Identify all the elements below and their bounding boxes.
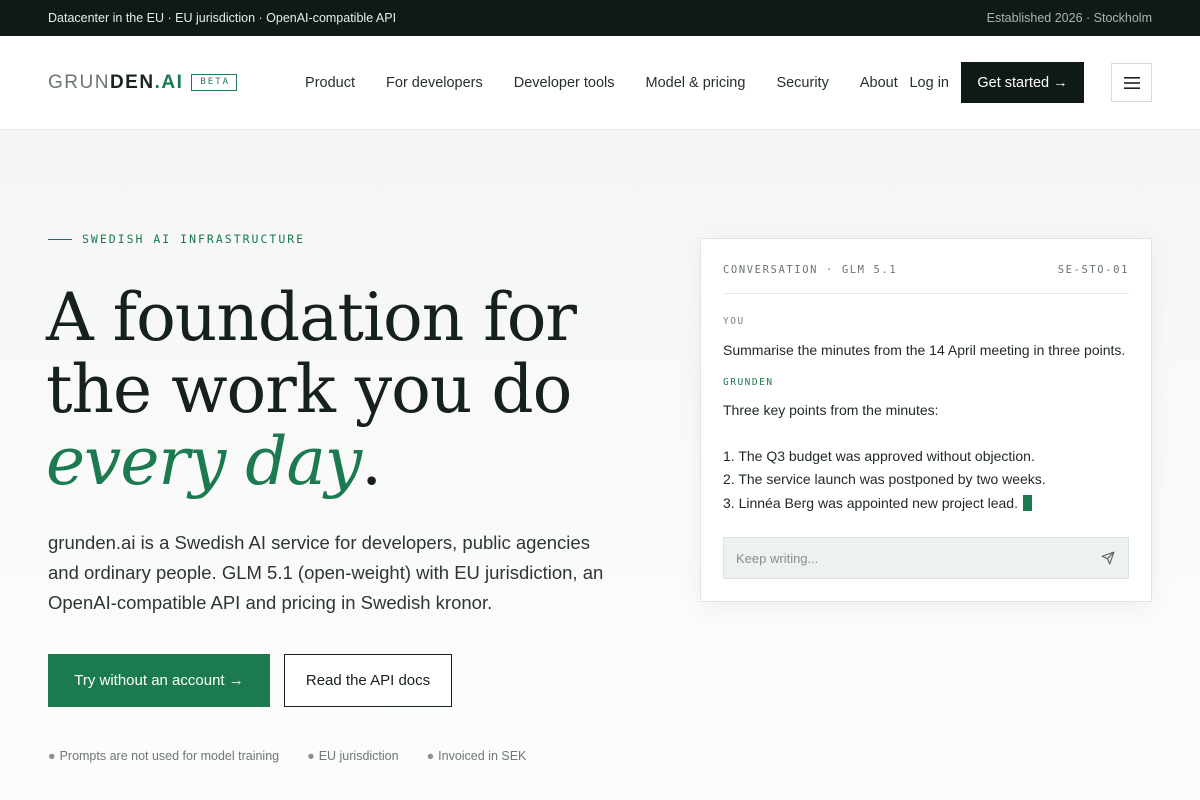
headline-line-2: the work you do [46, 351, 572, 428]
headline-accent: every day [46, 423, 362, 500]
trust-item: ● Prompts are not used for model training [48, 749, 280, 763]
login-link[interactable]: Log in [909, 75, 949, 91]
chat-title: CONVERSATION · GLM 5.1 [723, 264, 898, 276]
nav-item-developer-tools[interactable]: Developer tools [514, 75, 615, 91]
announcement-text: Datacenter in the EU · EU jurisdiction ·… [48, 11, 397, 25]
typing-cursor [1022, 495, 1032, 511]
established-text: Established 2026 · Stockholm [986, 11, 1152, 25]
assistant-point: 1. The Q3 budget was approved without ob… [723, 448, 1035, 464]
assistant-point-last: 3. Linnéa Berg was appointed new project… [723, 492, 1032, 515]
headline-period: . [361, 423, 382, 500]
send-icon [1101, 551, 1115, 565]
nav-item-security[interactable]: Security [776, 75, 828, 91]
eyebrow-line [48, 238, 72, 240]
hamburger-icon [1123, 76, 1140, 89]
hero-eyebrow: SWEDISH AI INFRASTRUCTURE [48, 232, 305, 246]
assistant-point: 2. The service launch was postponed by t… [723, 471, 1046, 487]
announcement-bar: Datacenter in the EU · EU jurisdiction ·… [0, 0, 1200, 36]
assistant-role-label: GRUNDEN [723, 377, 774, 388]
nav-item-about[interactable]: About [860, 75, 898, 91]
user-message: Summarise the minutes from the 14 April … [723, 342, 1126, 358]
hero-headline: A foundation for the work you do every d… [46, 282, 666, 498]
chat-input[interactable] [736, 550, 1100, 566]
get-started-button[interactable]: Get started → [961, 62, 1084, 103]
chat-region: SE-STO-01 [1057, 264, 1129, 276]
trust-item: ● EU jurisdiction [307, 749, 399, 763]
chat-header: CONVERSATION · GLM 5.1 SE-STO-01 [723, 264, 1129, 294]
header-actions: Log in Get started → [909, 62, 1152, 103]
nav-item-product[interactable]: Product [305, 75, 355, 91]
chat-demo-card: CONVERSATION · GLM 5.1 SE-STO-01 YOU Sum… [700, 238, 1152, 602]
eyebrow-text: SWEDISH AI INFRASTRUCTURE [82, 232, 306, 246]
read-api-docs-button[interactable]: Read the API docs [284, 654, 452, 707]
assistant-intro: Three key points from the minutes: [723, 402, 939, 418]
beta-badge: BETA [191, 74, 238, 91]
logo-text-bold: DEN [109, 71, 155, 93]
logo-text-ai: .AI [154, 71, 184, 93]
trust-points: ● Prompts are not used for model training… [48, 749, 526, 763]
logo[interactable]: GRUN DEN .AI BETA [48, 71, 238, 94]
headline-line-1: A foundation for [46, 279, 577, 356]
nav-item-for-developers[interactable]: For developers [386, 75, 483, 91]
main-nav: Product For developers Developer tools M… [305, 75, 898, 91]
menu-button[interactable] [1111, 63, 1152, 102]
try-without-account-button[interactable]: Try without an account → [48, 654, 270, 707]
site-header: GRUN DEN .AI BETA Product For developers D… [0, 36, 1200, 130]
trust-item: ● Invoiced in SEK [426, 749, 527, 763]
logo-text-light: GRUN [48, 71, 110, 93]
chat-composer [723, 537, 1129, 579]
user-role-label: YOU [723, 316, 745, 327]
hero-description: grunden.ai is a Swedish AI service for d… [48, 532, 604, 613]
nav-item-model-pricing[interactable]: Model & pricing [646, 75, 746, 91]
send-button[interactable] [1100, 550, 1116, 566]
